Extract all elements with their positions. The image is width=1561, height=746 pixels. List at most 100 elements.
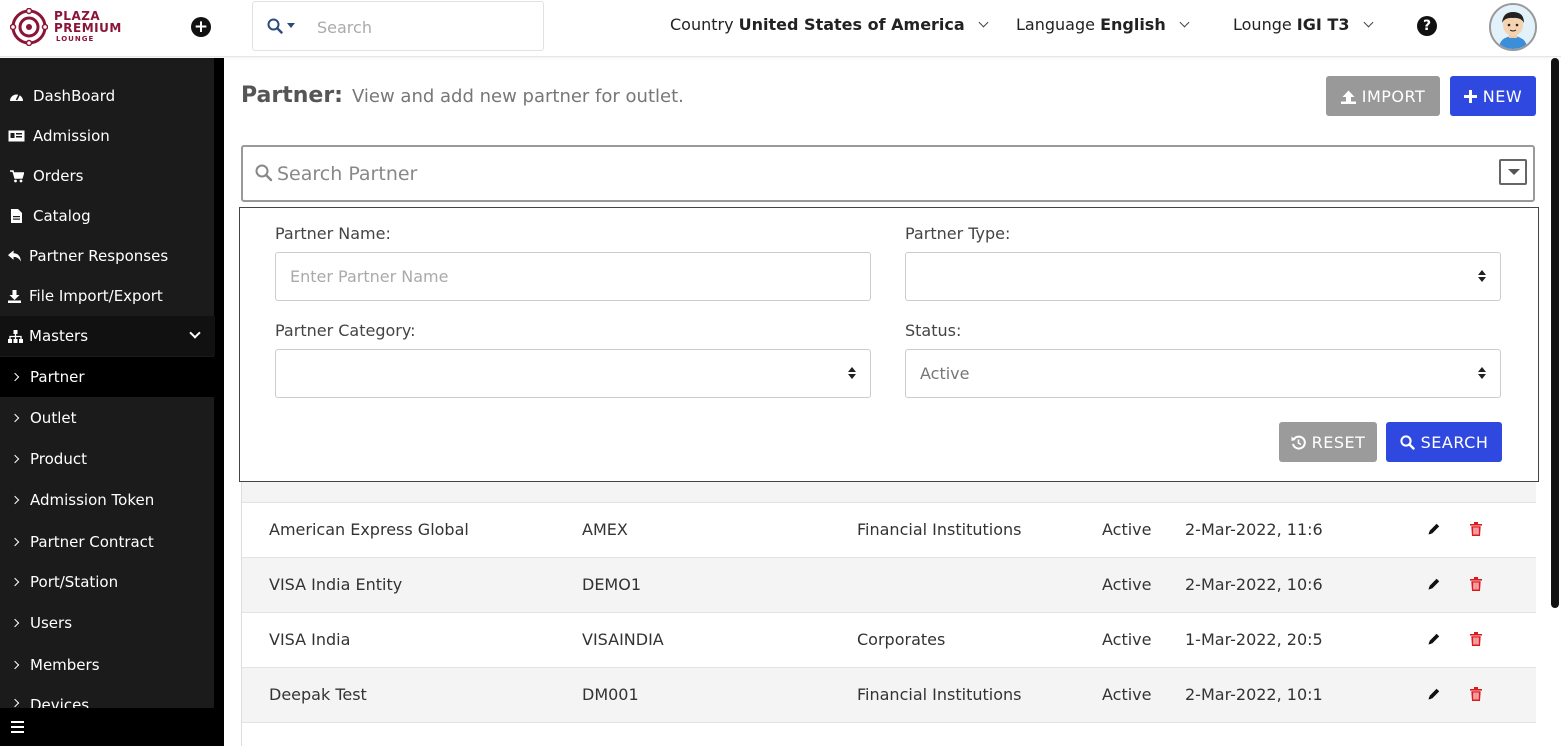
logo-text-line2: PREMIUM	[54, 21, 122, 35]
page-subtitle: View and add new partner for outlet.	[351, 86, 684, 107]
select-updown-icon	[848, 367, 856, 381]
status-select[interactable]: Active	[905, 349, 1501, 398]
chevron-right-icon	[10, 537, 20, 547]
sidebar-subitem-admission-token[interactable]: Admission Token	[0, 480, 215, 520]
reset-button-label: RESET	[1311, 432, 1366, 452]
edit-pencil-icon[interactable]	[1427, 686, 1441, 705]
sidebar-item-label: DashBoard	[33, 87, 116, 105]
sidebar-subitem-outlet[interactable]: Outlet	[0, 398, 215, 438]
country-value: United States of America	[738, 15, 965, 34]
sidebar-item-label: Catalog	[33, 207, 91, 225]
sidebar-item-file-import-export[interactable]: File Import/Export	[0, 276, 215, 316]
plaza-premium-logo[interactable]: PLAZA PREMIUM LOUNGE	[10, 8, 130, 46]
chevron-right-icon	[10, 413, 20, 423]
search-button[interactable]: SEARCH	[1386, 422, 1502, 462]
sidebar-scroll-thumb[interactable]	[215, 58, 223, 688]
language-selector[interactable]: Language English	[1016, 15, 1190, 34]
partner-status-cell: Active	[1102, 685, 1152, 704]
partner-status-cell: Active	[1102, 630, 1152, 649]
chevron-right-icon	[10, 577, 20, 587]
table-row[interactable]: Deepak Test DM001 Financial Institutions Ac…	[242, 668, 1536, 723]
sidebar-item-dashboard[interactable]: DashBoard	[0, 76, 215, 116]
global-search-box	[252, 1, 544, 51]
search-icon	[255, 164, 273, 182]
country-label: Country	[670, 15, 734, 34]
sidebar-subitem-partner-contract[interactable]: Partner Contract	[0, 522, 215, 562]
partner-date-cell: 1-Mar-2022, 20:5	[1185, 630, 1323, 649]
help-icon[interactable]: ?	[1417, 16, 1437, 36]
country-selector[interactable]: Country United States of America	[670, 15, 989, 34]
select-updown-icon	[1478, 270, 1486, 284]
sidebar-item-orders[interactable]: Orders	[0, 156, 215, 196]
status-value: Active	[920, 364, 970, 383]
page-title: Partner: View and add new partner for ou…	[241, 83, 684, 108]
table-row[interactable]	[242, 723, 1536, 746]
partner-search-input[interactable]	[277, 160, 1477, 188]
chevron-right-icon	[10, 618, 20, 628]
add-circle-icon[interactable]: +	[191, 17, 211, 37]
hamburger-menu-icon[interactable]	[11, 721, 24, 733]
sidebar-item-label: Partner Contract	[30, 533, 154, 551]
sidebar-item-masters[interactable]: Masters	[0, 316, 215, 356]
sidebar-subitem-product[interactable]: Product	[0, 439, 215, 479]
partner-category-cell: Corporates	[857, 630, 946, 649]
chevron-down-icon	[1363, 17, 1373, 28]
sidebar-subitem-devices[interactable]: Devices	[0, 686, 215, 708]
trash-icon[interactable]	[1470, 631, 1482, 650]
partner-category-select[interactable]	[275, 349, 871, 398]
edit-pencil-icon[interactable]	[1427, 576, 1441, 595]
sidebar-scrollbar[interactable]	[214, 58, 224, 708]
partner-date-cell: 2-Mar-2022, 10:6	[1185, 575, 1323, 594]
sidebar-subitem-members[interactable]: Members	[0, 645, 215, 685]
file-icon	[8, 209, 25, 223]
filter-toggle-dropdown-icon[interactable]	[1499, 159, 1527, 185]
cart-icon	[8, 169, 25, 183]
sidebar-subitem-port-station[interactable]: Port/Station	[0, 562, 215, 602]
new-button[interactable]: NEW	[1450, 76, 1536, 116]
partner-date-cell: 2-Mar-2022, 11:6	[1185, 520, 1323, 539]
partner-type-select[interactable]	[905, 252, 1501, 301]
sidebar-item-label: Outlet	[30, 409, 77, 427]
search-button-label: SEARCH	[1420, 432, 1489, 452]
search-scope-caret-icon[interactable]	[287, 23, 295, 28]
edit-pencil-icon[interactable]	[1427, 521, 1441, 540]
page-scrollbar[interactable]	[1551, 58, 1559, 608]
partner-table: American Express Global AMEX Financial Ins…	[241, 478, 1536, 746]
partner-date-cell: 2-Mar-2022, 10:1	[1185, 685, 1323, 704]
partner-search-bar	[241, 145, 1535, 202]
sidebar-item-label: Masters	[29, 327, 89, 345]
table-row[interactable]: American Express Global AMEX Financial Ins…	[242, 503, 1536, 558]
id-card-icon	[8, 130, 25, 142]
partner-code-cell: DM001	[582, 685, 639, 704]
table-row[interactable]: VISA India Entity DEMO1 Active 2-Mar-2022, …	[242, 558, 1536, 613]
sidebar-item-partner-responses[interactable]: Partner Responses	[0, 236, 215, 276]
import-button[interactable]: IMPORT	[1326, 76, 1440, 116]
trash-icon[interactable]	[1470, 686, 1482, 705]
language-label: Language	[1016, 15, 1095, 34]
top-bar: PLAZA PREMIUM LOUNGE + Country United St…	[0, 0, 1561, 57]
sidebar-subitem-partner[interactable]: Partner	[0, 357, 215, 397]
trash-icon[interactable]	[1470, 576, 1482, 595]
sidebar-item-label: Admission Token	[30, 491, 155, 509]
global-search-input[interactable]	[317, 14, 527, 40]
partner-name-label: Partner Name:	[275, 224, 391, 243]
trash-icon[interactable]	[1470, 521, 1482, 540]
partner-name-input[interactable]	[275, 252, 871, 301]
sitemap-icon	[8, 329, 23, 343]
sidebar-item-label: Admission	[33, 127, 110, 145]
user-avatar[interactable]	[1489, 3, 1537, 51]
chevron-down-icon	[978, 17, 989, 28]
new-button-label: NEW	[1482, 86, 1523, 106]
edit-pencil-icon[interactable]	[1427, 631, 1441, 650]
sidebar-item-label: Partner	[30, 368, 85, 386]
partner-name-cell: Deepak Test	[269, 685, 367, 704]
sidebar-item-admission[interactable]: Admission	[0, 116, 215, 156]
sidebar-subitem-users[interactable]: Users	[0, 603, 215, 643]
reset-button[interactable]: RESET	[1279, 422, 1377, 462]
app-window: PLAZA PREMIUM LOUNGE + Country United St…	[0, 0, 1561, 746]
partner-type-label: Partner Type:	[905, 224, 1011, 243]
sidebar-item-catalog[interactable]: Catalog	[0, 196, 215, 236]
search-icon[interactable]	[267, 18, 283, 34]
lounge-selector[interactable]: Lounge IGI T3	[1233, 15, 1373, 34]
table-row[interactable]: VISA India VISAINDIA Corporates Active 1-Mar…	[242, 613, 1536, 668]
